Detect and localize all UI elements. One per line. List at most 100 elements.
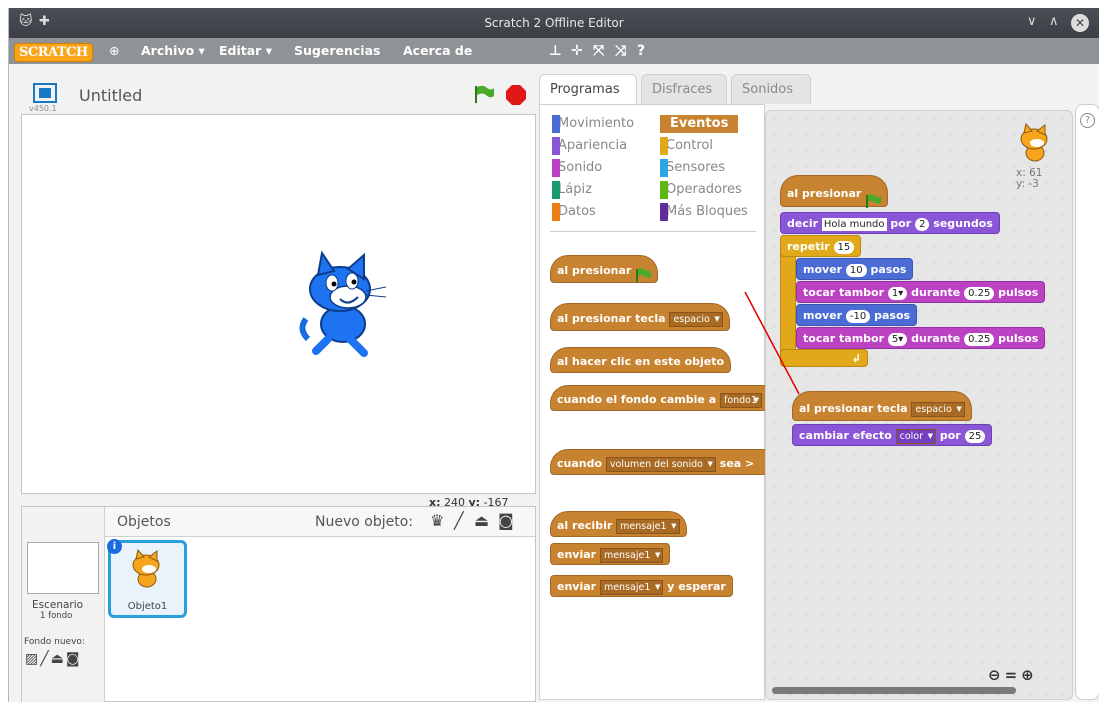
steps-input[interactable]: -10 (845, 309, 871, 323)
script-drum-2[interactable]: tocar tambor 5▾ durante 0.25 pulsos (796, 327, 1046, 349)
paint-sprite-icon[interactable]: ╱ (454, 511, 464, 530)
sensor-dropdown[interactable]: volumen del sonido (605, 456, 716, 472)
script-when-flag[interactable]: al presionar (780, 175, 889, 208)
drum-value: 1 (891, 287, 899, 299)
block-palette: Movimiento Apariencia Sonido Lápiz Datos… (539, 104, 768, 700)
beats-input[interactable]: 0.25 (964, 332, 995, 346)
script-drum-1[interactable]: tocar tambor 1▾ durante 0.25 pulsos (796, 281, 1046, 303)
block-text: mover (803, 263, 843, 276)
block-when-receive[interactable]: al recibir mensaje1 (550, 511, 687, 537)
upload-sprite-icon[interactable]: ⏏ (474, 511, 489, 530)
green-flag-icon[interactable] (473, 84, 495, 104)
say-text-input[interactable]: Hola mundo (821, 217, 887, 231)
message-dropdown[interactable]: mensaje1 (616, 518, 680, 534)
menu-archivo[interactable]: Archivo ▾ (141, 43, 205, 58)
effect-amount-input[interactable]: 25 (964, 429, 986, 443)
menu-editar[interactable]: Editar ▾ (219, 43, 272, 58)
shrink-tool-icon[interactable]: ⤨ (615, 43, 626, 59)
block-text: pasos (874, 309, 911, 322)
language-globe-icon[interactable]: ⊕ (109, 43, 119, 58)
message-dropdown[interactable]: mensaje1 (599, 547, 664, 563)
block-text: sea > (719, 457, 755, 470)
category-eventos[interactable]: Eventos (660, 115, 739, 133)
duplicate-tool-icon[interactable]: ⊥ (549, 43, 562, 59)
horizontal-scrollbar[interactable] (772, 687, 1016, 694)
new-backdrop-icons[interactable]: ▨╱⏏◙ (25, 651, 81, 667)
category-sonido[interactable]: Sonido (552, 159, 602, 177)
repeat-count-input[interactable]: 15 (833, 240, 855, 254)
category-sensores[interactable]: Sensores (660, 159, 725, 177)
block-text: al presionar (557, 264, 632, 277)
sprite-library-icon[interactable]: ♛ (430, 511, 444, 530)
cat-sprite-icon[interactable] (288, 249, 398, 359)
help-icon[interactable]: ? (1080, 113, 1095, 128)
stop-icon[interactable] (505, 84, 527, 106)
scripts-area[interactable]: x: 61 y: -3 al presionar decir Hola mund… (765, 110, 1073, 700)
block-text: pulsos (998, 332, 1039, 345)
fullscreen-icon[interactable] (33, 83, 57, 103)
stage-thumbnail[interactable] (27, 542, 99, 594)
beats-input[interactable]: 0.25 (964, 286, 995, 300)
category-movimiento[interactable]: Movimiento (552, 115, 634, 133)
menu-bar: SCRATCH ⊕ Archivo ▾ Editar ▾ Sugerencias… (9, 38, 1099, 64)
effect-dropdown[interactable]: color (895, 428, 937, 444)
block-when-sensor[interactable]: cuando volumen del sonido sea > (550, 449, 768, 475)
category-mas-bloques[interactable]: Más Bloques (660, 203, 748, 221)
cat-thumbnail-icon (132, 549, 160, 588)
scratch-logo[interactable]: SCRATCH (14, 43, 93, 62)
script-when-key[interactable]: al presionar tecla espacio (792, 391, 972, 421)
grow-tool-icon[interactable]: ⤧ (593, 43, 604, 59)
close-icon[interactable]: ✕ (1071, 14, 1089, 32)
help-panel: ? (1075, 104, 1099, 700)
tab-disfraces[interactable]: Disfraces (641, 74, 727, 104)
block-when-key[interactable]: al presionar tecla espacio (550, 303, 730, 331)
camera-sprite-icon[interactable]: ◙ (498, 511, 514, 530)
block-text: al recibir (557, 519, 613, 532)
block-broadcast-wait[interactable]: enviar mensaje1 y esperar (550, 575, 733, 597)
key-dropdown[interactable]: espacio (911, 401, 965, 417)
project-title[interactable]: Untitled (79, 86, 142, 105)
menu-sugerencias[interactable]: Sugerencias (294, 43, 380, 58)
block-text: mover (803, 309, 843, 322)
block-broadcast[interactable]: enviar mensaje1 (550, 543, 671, 565)
category-control[interactable]: Control (660, 137, 713, 155)
script-change-effect[interactable]: cambiar efecto color por 25 (792, 424, 993, 446)
minimize-icon[interactable]: ∨ (1027, 14, 1037, 29)
block-text: enviar (557, 580, 597, 593)
info-icon[interactable]: i (107, 539, 122, 554)
script-move-1[interactable]: mover 10 pasos (796, 258, 914, 280)
drum-input[interactable]: 1▾ (887, 286, 908, 300)
delete-tool-icon[interactable]: ✛ (571, 43, 583, 59)
window-title: Scratch 2 Offline Editor (484, 16, 624, 30)
block-text: al presionar (787, 187, 862, 200)
sprite-tile-objeto1[interactable]: i Objeto1 (107, 539, 187, 618)
block-text: tocar tambor (803, 286, 885, 299)
drum-input[interactable]: 5▾ (887, 332, 908, 346)
category-operadores[interactable]: Operadores (660, 181, 742, 199)
zoom-controls-icon[interactable]: ⊖=⊕ (988, 666, 1038, 684)
category-apariencia[interactable]: Apariencia (552, 137, 627, 155)
fondo-nuevo-label: Fondo nuevo: (24, 637, 85, 647)
help-tool-icon[interactable]: ? (637, 43, 645, 59)
script-move-2[interactable]: mover -10 pasos (796, 304, 918, 326)
script-say[interactable]: decir Hola mundo por 2 segundos (780, 212, 1000, 234)
block-when-clicked[interactable]: al hacer clic en este objeto (550, 347, 732, 373)
steps-input[interactable]: 10 (845, 263, 867, 277)
maximize-icon[interactable]: ∧ (1049, 14, 1059, 29)
key-dropdown[interactable]: espacio (669, 311, 723, 327)
tab-programas[interactable]: Programas (539, 74, 637, 104)
message-dropdown[interactable]: mensaje1 (599, 579, 664, 595)
tab-sonidos[interactable]: Sonidos (731, 74, 811, 104)
block-when-backdrop[interactable]: cuando el fondo cambie a fondo1 (550, 385, 768, 411)
new-sprite-label: Nuevo objeto: (315, 514, 413, 530)
category-datos[interactable]: Datos (552, 203, 596, 221)
block-text: por (939, 429, 961, 442)
category-lapiz[interactable]: Lápiz (552, 181, 592, 199)
block-when-flag[interactable]: al presionar (550, 255, 659, 283)
drum-value: 5 (891, 333, 899, 345)
block-text: durante (911, 332, 961, 345)
stage-canvas[interactable] (21, 114, 536, 494)
script-repeat[interactable]: repetir 15 (780, 235, 862, 257)
menu-acerca[interactable]: Acerca de (403, 43, 472, 58)
seconds-input[interactable]: 2 (915, 217, 930, 231)
